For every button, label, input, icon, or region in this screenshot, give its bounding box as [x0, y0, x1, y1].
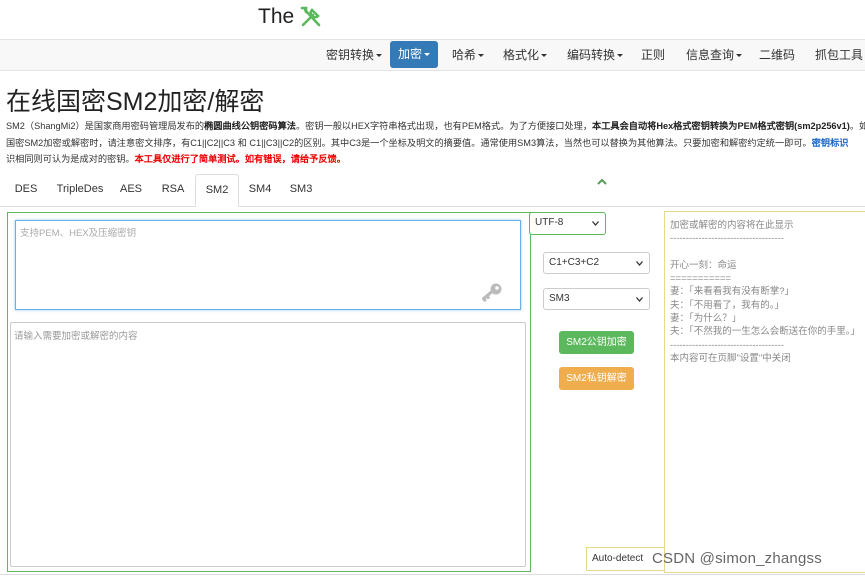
tab-tripledes[interactable]: TripleDes — [52, 174, 108, 205]
nav-key-convert[interactable]: 密钥转换 — [326, 40, 383, 70]
nav-capture-tools[interactable]: 抓包工具 — [815, 40, 863, 70]
chevron-up-icon[interactable] — [596, 177, 608, 187]
chevron-down-icon — [636, 261, 643, 266]
encoding-select[interactable]: UTF-8 — [529, 212, 606, 235]
caret-down-icon — [478, 54, 485, 58]
nav-qrcode[interactable]: 二维码 — [759, 40, 795, 70]
key-icon[interactable] — [479, 283, 503, 305]
nav-regex[interactable]: 正则 — [641, 40, 665, 70]
hash-algorithm-select[interactable]: SM3 — [543, 288, 650, 310]
caret-down-icon — [424, 53, 431, 57]
intro-line-2: 国密SM2加密或解密时，请注意密文排序，有C1||C2||C3 和 C1||C3… — [6, 138, 849, 148]
caret-down-icon — [376, 54, 383, 58]
key-id-link[interactable]: 密钥标识 — [812, 138, 849, 148]
sm2-decrypt-button[interactable]: SM2私钥解密 — [559, 367, 634, 390]
tab-rsa[interactable]: RSA — [155, 174, 191, 205]
warning-text: 本工具仅进行了简单测试。如有错误，请给予反馈。 — [134, 154, 346, 164]
caret-down-icon — [736, 54, 743, 58]
nav-format[interactable]: 格式化 — [503, 40, 548, 70]
brand-text: The — [258, 5, 295, 28]
nav-encrypt[interactable]: 加密 — [390, 41, 439, 68]
tab-sm2[interactable]: SM2 — [195, 174, 239, 207]
chevron-down-icon — [592, 221, 599, 226]
tools-icon — [300, 6, 321, 27]
sm2-encrypt-button[interactable]: SM2公钥加密 — [559, 331, 634, 354]
cipher-order-select[interactable]: C1+C3+C2 — [543, 252, 650, 274]
watermark: CSDN @simon_zhangss — [652, 550, 822, 567]
caret-down-icon — [541, 54, 548, 58]
nav-encoding[interactable]: 编码转换 — [567, 40, 624, 70]
brand-logo[interactable]: The — [258, 0, 324, 34]
tab-sm4[interactable]: SM4 — [243, 174, 277, 205]
tab-des[interactable]: DES — [7, 174, 45, 205]
top-navbar: 密钥转换 加密 哈希 格式化 编码转换 正则 信息查询 二维码 抓包工具 — [0, 39, 865, 71]
nav-hash[interactable]: 哈希 — [452, 40, 485, 70]
nav-info-query[interactable]: 信息查询 — [686, 40, 743, 70]
content-input[interactable]: 请输入需要加密或解密的内容 — [10, 322, 526, 567]
tab-sm3[interactable]: SM3 — [284, 174, 318, 205]
key-input[interactable]: 支持PEM、HEX及压缩密钥 — [15, 220, 521, 310]
caret-down-icon — [617, 54, 624, 58]
algorithm-tabs: DES TripleDes AES RSA SM2 SM4 SM3 — [0, 174, 865, 207]
output-text[interactable]: 加密或解密的内容将在此显示 --------------------------… — [670, 219, 860, 365]
page-title: 在线国密SM2加密/解密 — [6, 88, 265, 116]
intro-line-1: SM2（ShangMi2）是国家商用密码管理局发布的椭圆曲线公钥密码算法。密钥一… — [6, 121, 865, 131]
intro-line-3: 识相同则可认为是成对的密钥。本工具仅进行了简单测试。如有错误，请给予反馈。 — [6, 154, 346, 164]
chevron-down-icon — [636, 297, 643, 302]
tab-aes[interactable]: AES — [114, 174, 148, 205]
divider — [0, 574, 865, 575]
